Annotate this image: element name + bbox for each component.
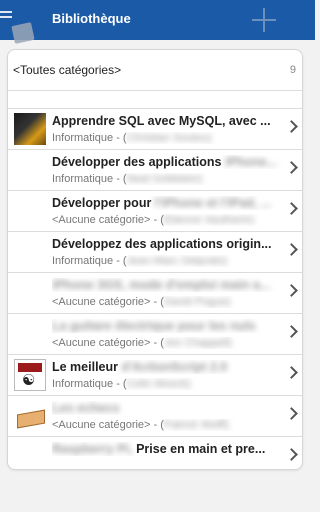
app-bar: Bibliothèque: [0, 0, 315, 44]
book-subtitle: Informatique - (Neal Goldstein): [52, 173, 203, 185]
book-item[interactable]: Le meilleur d'ActionScript 2.0 Informati…: [8, 355, 302, 396]
book-item[interactable]: Les echecs <Aucune catégorie> - (Patrick…: [8, 396, 302, 437]
book-subtitle: Informatique - (Christian Soutou): [52, 132, 212, 144]
book-title: Apprendre SQL avec MySQL, avec ...: [52, 114, 271, 128]
book-subtitle: <Aucune catégorie> - (Jon Chappell): [52, 337, 232, 349]
book-cover-icon: [14, 400, 46, 432]
app-logo-icon: [11, 22, 35, 44]
chevron-right-icon: [285, 366, 298, 379]
chevron-right-icon: [285, 407, 298, 420]
book-subtitle: <Aucune catégorie> - (David Pogue): [52, 296, 231, 308]
book-item[interactable]: La guitare électrique pour les nuls <Auc…: [8, 314, 302, 355]
book-cover-icon: [14, 113, 46, 145]
book-cover-icon: [14, 359, 46, 391]
book-title: Raspberry Pi, Prise en main et pre...: [52, 442, 266, 456]
book-title: iPhone 3GS, mode d'emploi main a...: [52, 278, 271, 292]
book-title: Développer des applications iPhone...: [52, 155, 278, 169]
book-subtitle: Informatique - (Jean-Marc Delprato): [52, 255, 227, 267]
category-filter[interactable]: <Toutes catégories> 9: [8, 50, 302, 90]
book-item[interactable]: Raspberry Pi, Prise en main et pre...: [8, 437, 302, 468]
book-subtitle: Informatique - (Colin Moock): [52, 378, 191, 390]
chevron-right-icon: [285, 243, 298, 256]
book-title: La guitare électrique pour les nuls: [52, 319, 256, 333]
book-title: Le meilleur d'ActionScript 2.0: [52, 360, 228, 374]
book-item[interactable]: Développer des applications iPhone... In…: [8, 150, 302, 191]
book-item[interactable]: Apprendre SQL avec MySQL, avec ... Infor…: [8, 109, 302, 150]
book-item[interactable]: Développer pour l'iPhone et l'iPad, ... …: [8, 191, 302, 232]
book-item[interactable]: Développez des applications origin... In…: [8, 232, 302, 273]
chevron-right-icon: [285, 284, 298, 297]
book-title: Les echecs: [52, 401, 120, 415]
menu-icon[interactable]: [0, 11, 12, 25]
category-filter-label: <Toutes catégories>: [13, 63, 122, 77]
chevron-right-icon: [285, 325, 298, 338]
book-title: Développez des applications origin...: [52, 237, 272, 251]
book-subtitle: <Aucune catégorie> - (Etienne Vautherin): [52, 214, 255, 226]
book-count: 9: [289, 64, 296, 76]
chevron-right-icon: [285, 448, 298, 461]
book-list-card: <Toutes catégories> 9 Apprendre SQL avec…: [7, 49, 303, 470]
bottom-area: [0, 488, 315, 512]
chevron-right-icon: [285, 120, 298, 133]
chevron-right-icon: [285, 161, 298, 174]
divider: [8, 90, 302, 91]
chevron-right-icon: [285, 202, 298, 215]
book-item[interactable]: iPhone 3GS, mode d'emploi main a... <Auc…: [8, 273, 302, 314]
page-title: Bibliothèque: [52, 11, 131, 26]
book-subtitle: <Aucune catégorie> - (Patrick Wolff): [52, 419, 229, 431]
add-icon[interactable]: [252, 8, 276, 32]
book-title: Développer pour l'iPhone et l'iPad, ...: [52, 196, 272, 210]
